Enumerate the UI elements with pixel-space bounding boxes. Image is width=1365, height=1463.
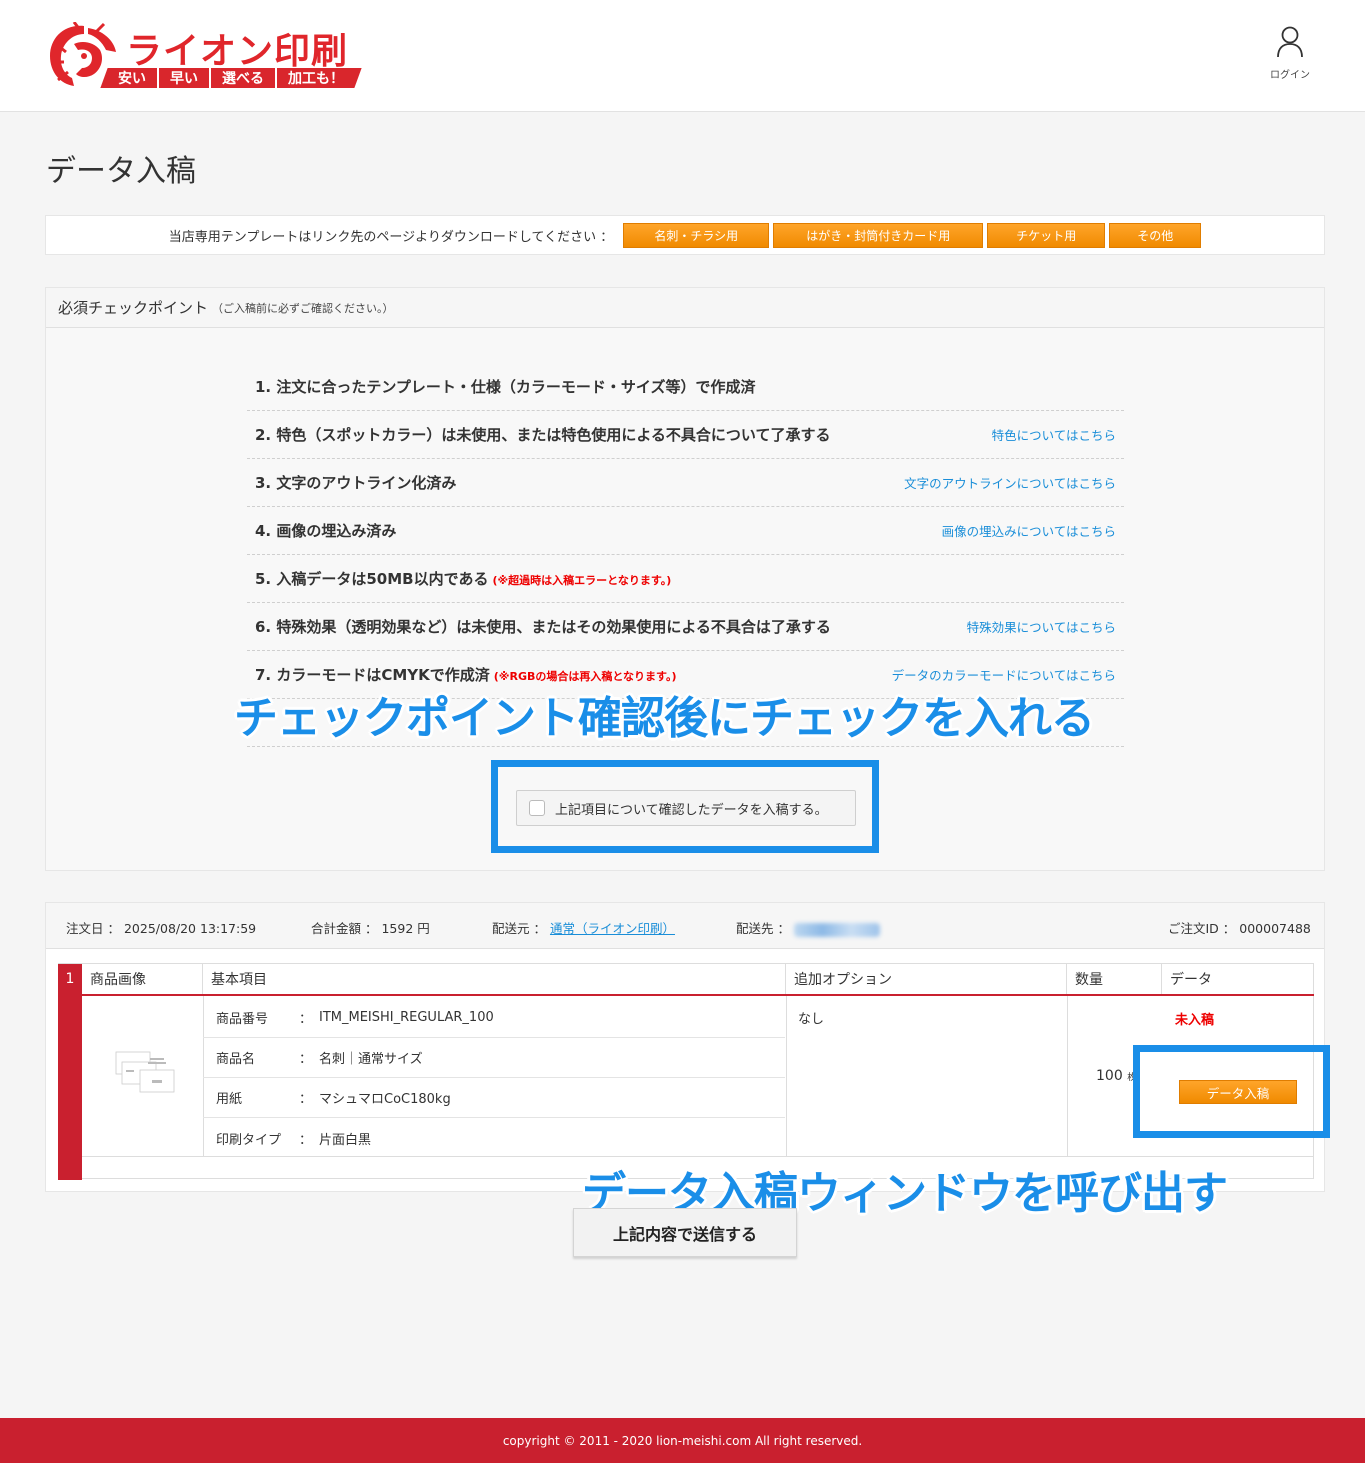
checkpoint-text: 5. 入稿データは50MB以内である (※超過時は入稿エラーとなります。) — [255, 568, 671, 589]
checkpoint-note: (※超過時は入稿エラーとなります。) — [492, 574, 672, 587]
template-button-other[interactable]: その他 — [1109, 222, 1202, 248]
ship-to-label: 配送先 ： — [736, 921, 790, 936]
order-total: 合計金額 ： 1592 円 — [311, 918, 430, 937]
outline-link[interactable]: 文字のアウトラインについてはこちら — [904, 473, 1116, 492]
column-divider — [1067, 996, 1068, 1157]
header-product-image: 商品画像 — [82, 964, 203, 994]
paper-value: マシュマロCoC180kg — [319, 1092, 451, 1107]
paper-key: 用紙 — [216, 1092, 243, 1107]
ship-to: 配送先 ： — [736, 918, 880, 937]
order-id: ご注文ID ： 000007488 — [1168, 918, 1311, 937]
order-id-value: 000007488 — [1239, 921, 1311, 936]
spot-color-link[interactable]: 特色についてはこちら — [992, 425, 1116, 444]
order-id-label: ご注文ID ： — [1168, 921, 1236, 936]
template-button-meishi[interactable]: 名刺・チラシ用 — [623, 222, 770, 248]
kv-separator: ： — [299, 1052, 313, 1067]
site-footer: copyright © 2011 - 2020 lion-meishi.com … — [0, 1418, 1365, 1463]
checkpoint-item: 4. 画像の埋込み済み 画像の埋込みについてはこちら — [247, 507, 1124, 555]
page-title: データ入稿 — [46, 154, 196, 189]
checkpoint-subtitle: （ご入稿前に必ずご確認ください。） — [212, 301, 394, 315]
embed-image-link[interactable]: 画像の埋込みについてはこちら — [942, 521, 1116, 540]
tagline-item: 早い — [169, 71, 198, 87]
checkpoint-item: 6. 特殊効果（透明効果など）は未使用、またはその効果使用による不具合は了承する… — [247, 603, 1124, 651]
tagline-item: 選べる — [222, 71, 265, 87]
checkpoint-text: 6. 特殊効果（透明効果など）は未使用、またはその効果使用による不具合は了承する — [255, 618, 831, 636]
special-effect-link[interactable]: 特殊効果についてはこちら — [967, 617, 1116, 636]
template-button-ticket[interactable]: チケット用 — [987, 222, 1106, 248]
checkpoint-header: 必須チェックポイント （ご入稿前に必ずご確認ください。） — [46, 288, 1324, 328]
highlight-confirm-box — [491, 760, 879, 853]
user-icon — [1277, 26, 1303, 58]
checkpoint-text: 3. 文字のアウトライン化済み — [255, 474, 457, 492]
product-number-key: 商品番号 — [216, 1012, 269, 1027]
template-download-bar: 当店専用テンプレートはリンク先のページよりダウンロードしてください ： 名刺・チ… — [45, 215, 1325, 255]
order-item-table: 1 商品画像 基本項目 追加オプション 数量 データ 商品番号 ： ITM_ME… — [58, 963, 1314, 1180]
order-date-value: 2025/08/20 13:17:59 — [123, 921, 257, 936]
product-name-key: 商品名 — [216, 1052, 256, 1067]
ship-from: 配送元 ： 通常（ライオン印刷） — [492, 918, 675, 937]
logo-wordmark: ライオン印刷 — [126, 31, 349, 72]
column-divider — [786, 996, 787, 1157]
header-data: データ — [1170, 972, 1212, 988]
print-type-key: 印刷タイプ — [216, 1132, 282, 1148]
quantity-number: 100 — [1096, 1068, 1123, 1084]
row-number: 1 — [58, 964, 82, 1180]
print-type-row: 印刷タイプ ： 片面白黒 — [203, 1118, 785, 1158]
kv-separator: ： — [299, 1132, 313, 1148]
product-thumbnail-icon — [115, 1051, 175, 1093]
order-total-label: 合計金額 ： — [311, 921, 378, 936]
login-label: ログイン — [1270, 70, 1310, 81]
site-logo[interactable]: ライオン印刷 安い 早い 選べる 加工も！ — [44, 20, 362, 92]
checkpoint-text: 2. 特色（スポットカラー）は未使用、または特色使用による不具合について了承する — [255, 426, 831, 444]
upload-status-badge: 未入稿 — [1175, 1013, 1215, 1028]
template-bar-text: 当店専用テンプレートはリンク先のページよりダウンロードしてください ： — [168, 229, 614, 245]
order-info-bar: 注文日 ： 2025/08/20 13:17:59 合計金額 ： 1592 円 … — [46, 903, 1324, 949]
annotation-check-hint: チェックポイント確認後にチェックを入れる — [234, 693, 1095, 744]
checkpoint-item: 5. 入稿データは50MB以内である (※超過時は入稿エラーとなります。) — [247, 555, 1124, 603]
product-number-row: 商品番号 ： ITM_MEISHI_REGULAR_100 — [203, 998, 785, 1038]
header-options: 追加オプション — [786, 964, 1067, 994]
template-button-postcard[interactable]: はがき・封筒付きカード用 — [773, 222, 984, 248]
print-type-value: 片面白黒 — [319, 1132, 372, 1148]
checkpoint-text: 4. 画像の埋込み済み — [255, 522, 397, 540]
quantity-value: 100 枚 — [1096, 1068, 1136, 1084]
tagline-item: 安い — [117, 71, 146, 87]
order-date-label: 注文日 ： — [66, 921, 120, 936]
highlight-upload-button — [1133, 1045, 1330, 1138]
tagline-item: 加工も！ — [288, 71, 345, 87]
submit-button[interactable]: 上記内容で送信する — [573, 1208, 797, 1257]
checkpoint-text-main: 5. 入稿データは50MB以内である — [255, 570, 489, 588]
order-date: 注文日 ： 2025/08/20 13:17:59 — [66, 918, 256, 937]
copyright-text: copyright © 2011 - 2020 lion-meishi.com … — [502, 1433, 863, 1448]
site-header: ライオン印刷 安い 早い 選べる 加工も！ ログイン — [0, 0, 1365, 112]
options-value: なし — [798, 1012, 825, 1027]
paper-row: 用紙 ： マシュマロCoC180kg — [203, 1078, 785, 1118]
header-basic-items: 基本項目 — [203, 964, 786, 994]
product-number-value: ITM_MEISHI_REGULAR_100 — [319, 1010, 494, 1025]
checkpoint-item: 3. 文字のアウトライン化済み 文字のアウトラインについてはこちら — [247, 459, 1124, 507]
order-total-value: 1592 円 — [381, 921, 430, 936]
product-name-value: 名刺｜通常サイズ — [319, 1052, 423, 1067]
kv-separator: ： — [299, 1092, 313, 1107]
ship-to-redacted — [793, 922, 880, 937]
ship-from-link[interactable]: 通常（ライオン印刷） — [550, 921, 675, 936]
ship-from-label: 配送元 ： — [492, 921, 546, 936]
tagline-separator — [156, 68, 159, 88]
checkpoint-title: 必須チェックポイント — [58, 299, 209, 317]
header-quantity: 数量 — [1067, 964, 1162, 994]
tagline-separator — [275, 68, 278, 88]
tagline-separator — [208, 68, 211, 88]
product-name-row: 商品名 ： 名刺｜通常サイズ — [203, 1038, 785, 1078]
checkpoint-item: 2. 特色（スポットカラー）は未使用、または特色使用による不具合について了承する… — [247, 411, 1124, 459]
checkpoint-item: 1. 注文に合ったテンプレート・仕様（カラーモード・サイズ等）で作成済 — [247, 363, 1124, 411]
login-button[interactable]: ログイン — [1262, 26, 1318, 81]
kv-separator: ： — [299, 1012, 313, 1027]
header-underline — [82, 994, 1314, 996]
checkpoint-text: 1. 注文に合ったテンプレート・仕様（カラーモード・サイズ等）で作成済 — [255, 378, 756, 396]
logo-tagline: 安い 早い 選べる 加工も！ — [100, 68, 362, 88]
